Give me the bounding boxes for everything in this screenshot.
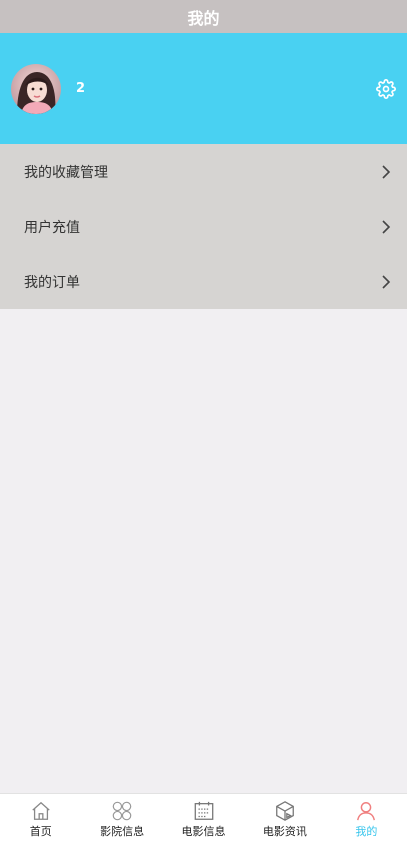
tab-movie-news[interactable]: 电影资讯 xyxy=(244,794,325,841)
menu-item-label: 我的订单 xyxy=(24,274,80,291)
chevron-right-icon xyxy=(382,219,391,234)
menu-item-label: 我的收藏管理 xyxy=(24,164,108,181)
bottom-tab-bar: 首页 影院信息 电影信息 电影资讯 我的 xyxy=(0,793,407,841)
home-icon xyxy=(32,801,50,820)
tab-label: 我的 xyxy=(355,825,378,838)
top-bar: 我的 xyxy=(0,0,407,33)
chevron-right-icon xyxy=(382,274,391,289)
profile-banner: 2 xyxy=(0,33,407,144)
menu-item-recharge[interactable]: 用户充值 xyxy=(0,199,407,254)
menu-list: 我的收藏管理 用户充值 我的订单 xyxy=(0,144,407,309)
tab-home[interactable]: 首页 xyxy=(0,794,81,841)
settings-gear-icon[interactable] xyxy=(376,79,396,99)
calendar-icon xyxy=(194,801,213,820)
tab-label: 影院信息 xyxy=(100,825,145,838)
page-title: 我的 xyxy=(187,8,220,28)
menu-item-favorites[interactable]: 我的收藏管理 xyxy=(0,144,407,199)
tab-movie-info[interactable]: 电影信息 xyxy=(163,794,244,841)
tab-label: 电影信息 xyxy=(181,825,226,838)
user-icon xyxy=(357,802,376,821)
tab-mine[interactable]: 我的 xyxy=(326,794,407,841)
username: 2 xyxy=(76,81,86,96)
box-icon xyxy=(276,801,294,821)
avatar[interactable] xyxy=(11,64,61,114)
menu-item-orders[interactable]: 我的订单 xyxy=(0,254,407,309)
grid-icon xyxy=(112,801,132,821)
tab-label: 首页 xyxy=(29,825,52,838)
chevron-right-icon xyxy=(382,164,391,179)
menu-item-label: 用户充值 xyxy=(24,219,80,236)
tab-cinema-info[interactable]: 影院信息 xyxy=(81,794,162,841)
tab-label: 电影资讯 xyxy=(262,825,307,838)
